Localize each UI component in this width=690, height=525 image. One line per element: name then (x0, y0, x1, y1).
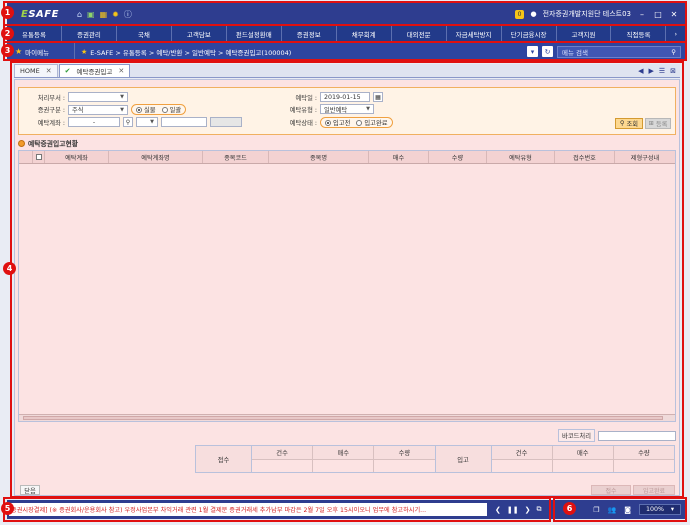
annotation-number: 5 (1, 502, 14, 515)
annotation-number: 3 (1, 44, 14, 57)
annotation-number: 2 (1, 27, 14, 40)
app-window: ESAFE ⌂ ▣ ▦ ✹ ⓘ 0 ● 전자증권개발지원단 테스트03 – □ … (0, 0, 690, 525)
annotation-box-1 (3, 1, 687, 26)
annotation-box-5 (3, 497, 551, 522)
annotation-box-4 (10, 61, 684, 498)
annotation-number: 4 (3, 262, 16, 275)
annotation-box-3 (3, 41, 687, 61)
annotation-number: 6 (563, 502, 576, 515)
annotation-number: 1 (1, 6, 14, 19)
